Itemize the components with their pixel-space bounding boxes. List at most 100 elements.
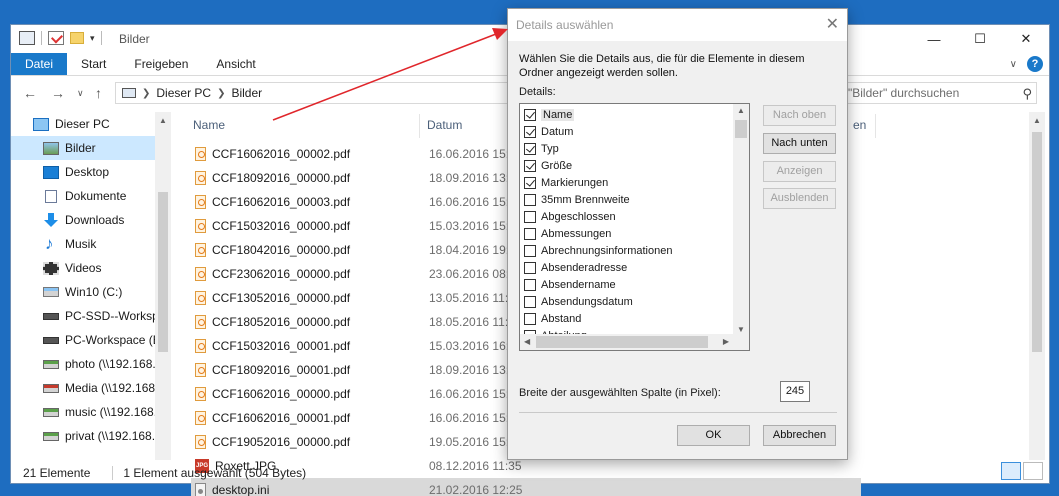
detail-option[interactable]: Größe	[524, 158, 572, 174]
sidebar-item[interactable]: Downloads	[11, 208, 171, 232]
sidebar-item-label: PC-Workspace (E	[65, 333, 161, 347]
detail-option[interactable]: Markierungen	[524, 175, 608, 191]
sidebar-item[interactable]: Videos	[11, 256, 171, 280]
detail-option[interactable]: Abstand	[524, 311, 581, 327]
breadcrumb-bilder[interactable]: Bilder	[231, 86, 262, 100]
detail-checkbox[interactable]	[524, 296, 536, 308]
listbox-horizontal-scrollbar[interactable]: ◀ ▶	[520, 334, 733, 350]
column-header-name[interactable]: Name	[193, 118, 225, 136]
column-divider[interactable]	[875, 114, 876, 138]
maximize-button[interactable]: ☐	[957, 25, 1003, 53]
new-folder-icon[interactable]	[70, 32, 84, 44]
show-button[interactable]: Anzeigen	[763, 161, 836, 182]
quick-access-toolbar: ▾	[19, 31, 102, 45]
disk-icon	[43, 336, 59, 344]
sidebar-item[interactable]: PC-Workspace (E	[11, 328, 171, 352]
move-up-button[interactable]: Nach oben	[763, 105, 836, 126]
detail-checkbox[interactable]	[524, 245, 536, 257]
sidebar-item[interactable]: Media (\\192.168.	[11, 376, 171, 400]
detail-checkbox[interactable]	[524, 177, 536, 189]
sidebar-item[interactable]: Dieser PC	[11, 112, 171, 136]
listbox-hscroll-thumb[interactable]	[536, 336, 708, 348]
tab-datei[interactable]: Datei	[11, 53, 68, 75]
listbox-vertical-scrollbar[interactable]: ▲ ▼	[733, 104, 749, 336]
breadcrumb-chevron-icon[interactable]: ❯	[217, 88, 225, 99]
files-scrollbar[interactable]: ▲	[1029, 112, 1045, 460]
detail-option[interactable]: Absendungsdatum	[524, 294, 633, 310]
detail-checkbox[interactable]	[524, 262, 536, 274]
pdf-file-icon	[195, 363, 206, 377]
files-scroll-thumb[interactable]	[1032, 132, 1042, 352]
move-down-button[interactable]: Nach unten	[763, 133, 836, 154]
sidebar-item[interactable]: photo (\\192.168.	[11, 352, 171, 376]
sidebar-item[interactable]: Desktop	[11, 160, 171, 184]
sidebar-item[interactable]: Win10 (C:)	[11, 280, 171, 304]
back-arrow-icon[interactable]: ←	[23, 85, 37, 101]
file-date: 19.05.2016 15:05	[429, 435, 523, 449]
detail-checkbox[interactable]	[524, 143, 536, 155]
sidebar-item[interactable]: music (\\192.168.	[11, 400, 171, 424]
detail-checkbox[interactable]	[524, 126, 536, 138]
tab-freigeben[interactable]: Freigeben	[120, 53, 202, 75]
cancel-button[interactable]: Abbrechen	[763, 425, 836, 446]
pictures-icon	[43, 141, 59, 155]
help-icon[interactable]: ?	[1027, 56, 1043, 72]
up-arrow-icon[interactable]: ↑	[95, 85, 102, 101]
close-button[interactable]: ✕	[1003, 25, 1049, 53]
sidebar-item[interactable]: Dokumente	[11, 184, 171, 208]
recent-locations-chevron-icon[interactable]: ∨	[77, 88, 84, 99]
sidebar-item[interactable]: PC-SSD--Worksp	[11, 304, 171, 328]
hide-button[interactable]: Ausblenden	[763, 188, 836, 209]
detail-checkbox[interactable]	[524, 228, 536, 240]
scroll-up-icon[interactable]: ▲	[1029, 116, 1045, 125]
expand-ribbon-chevron-icon[interactable]: ∨	[1010, 59, 1017, 70]
detail-option[interactable]: Absendername	[524, 277, 616, 293]
scroll-down-icon[interactable]: ▼	[737, 325, 745, 334]
detail-option[interactable]: 35mm Brennweite	[524, 192, 630, 208]
detail-checkbox[interactable]	[524, 279, 536, 291]
detail-checkbox[interactable]	[524, 313, 536, 325]
scroll-left-icon[interactable]: ◀	[524, 337, 530, 346]
detail-option[interactable]: Typ	[524, 141, 559, 157]
sidebar-item[interactable]: Musik	[11, 232, 171, 256]
details-listbox[interactable]: Name Datum Typ Größe Markierungen 35mm Brennw…	[519, 103, 750, 351]
scroll-up-icon[interactable]: ▲	[155, 116, 171, 125]
search-icon[interactable]: ⚲	[1022, 86, 1032, 102]
window-icon[interactable]	[19, 31, 35, 45]
ok-button[interactable]: OK	[677, 425, 750, 446]
listbox-vscroll-thumb[interactable]	[735, 120, 747, 138]
detail-checkbox[interactable]	[524, 211, 536, 223]
detail-option[interactable]: Datum	[524, 124, 573, 140]
detail-checkbox[interactable]	[524, 160, 536, 172]
customize-toolbar-chevron-icon[interactable]: ▾	[90, 33, 95, 44]
column-divider[interactable]	[419, 114, 420, 138]
column-header-datum[interactable]: Datum	[427, 118, 462, 136]
details-view-icon[interactable]	[1001, 462, 1021, 480]
scroll-up-icon[interactable]: ▲	[737, 106, 745, 115]
breadcrumb-chevron-icon[interactable]: ❯	[142, 88, 150, 99]
sidebar-item[interactable]: Bilder	[11, 136, 171, 160]
detail-option[interactable]: Abgeschlossen	[524, 209, 616, 225]
desktop-icon	[43, 165, 59, 179]
nav-scrollbar[interactable]: ▲	[155, 112, 171, 460]
detail-option[interactable]: Absenderadresse	[524, 260, 627, 276]
detail-checkbox[interactable]	[524, 194, 536, 206]
detail-checkbox[interactable]	[524, 109, 536, 121]
properties-icon[interactable]	[48, 31, 64, 45]
detail-option[interactable]: Abrechnungsinformationen	[524, 243, 672, 259]
detail-option[interactable]: Name	[524, 107, 575, 123]
search-input[interactable]: "Bilder" durchsuchen ⚲	[841, 82, 1037, 104]
column-header-partial[interactable]: en	[853, 118, 866, 136]
dialog-close-icon[interactable]: ✕	[826, 14, 839, 34]
detail-option[interactable]: Abmessungen	[524, 226, 611, 242]
scroll-right-icon[interactable]: ▶	[723, 337, 729, 346]
large-icons-view-icon[interactable]	[1023, 462, 1043, 480]
nav-scroll-thumb[interactable]	[158, 192, 168, 352]
tab-start[interactable]: Start	[67, 53, 120, 75]
breadcrumb-dieser-pc[interactable]: Dieser PC	[156, 86, 211, 100]
column-width-input[interactable]: 245	[780, 381, 810, 402]
forward-arrow-icon[interactable]: →	[51, 85, 65, 101]
sidebar-item[interactable]: privat (\\192.168.	[11, 424, 171, 448]
tab-ansicht[interactable]: Ansicht	[202, 53, 269, 75]
minimize-button[interactable]: —	[911, 25, 957, 53]
